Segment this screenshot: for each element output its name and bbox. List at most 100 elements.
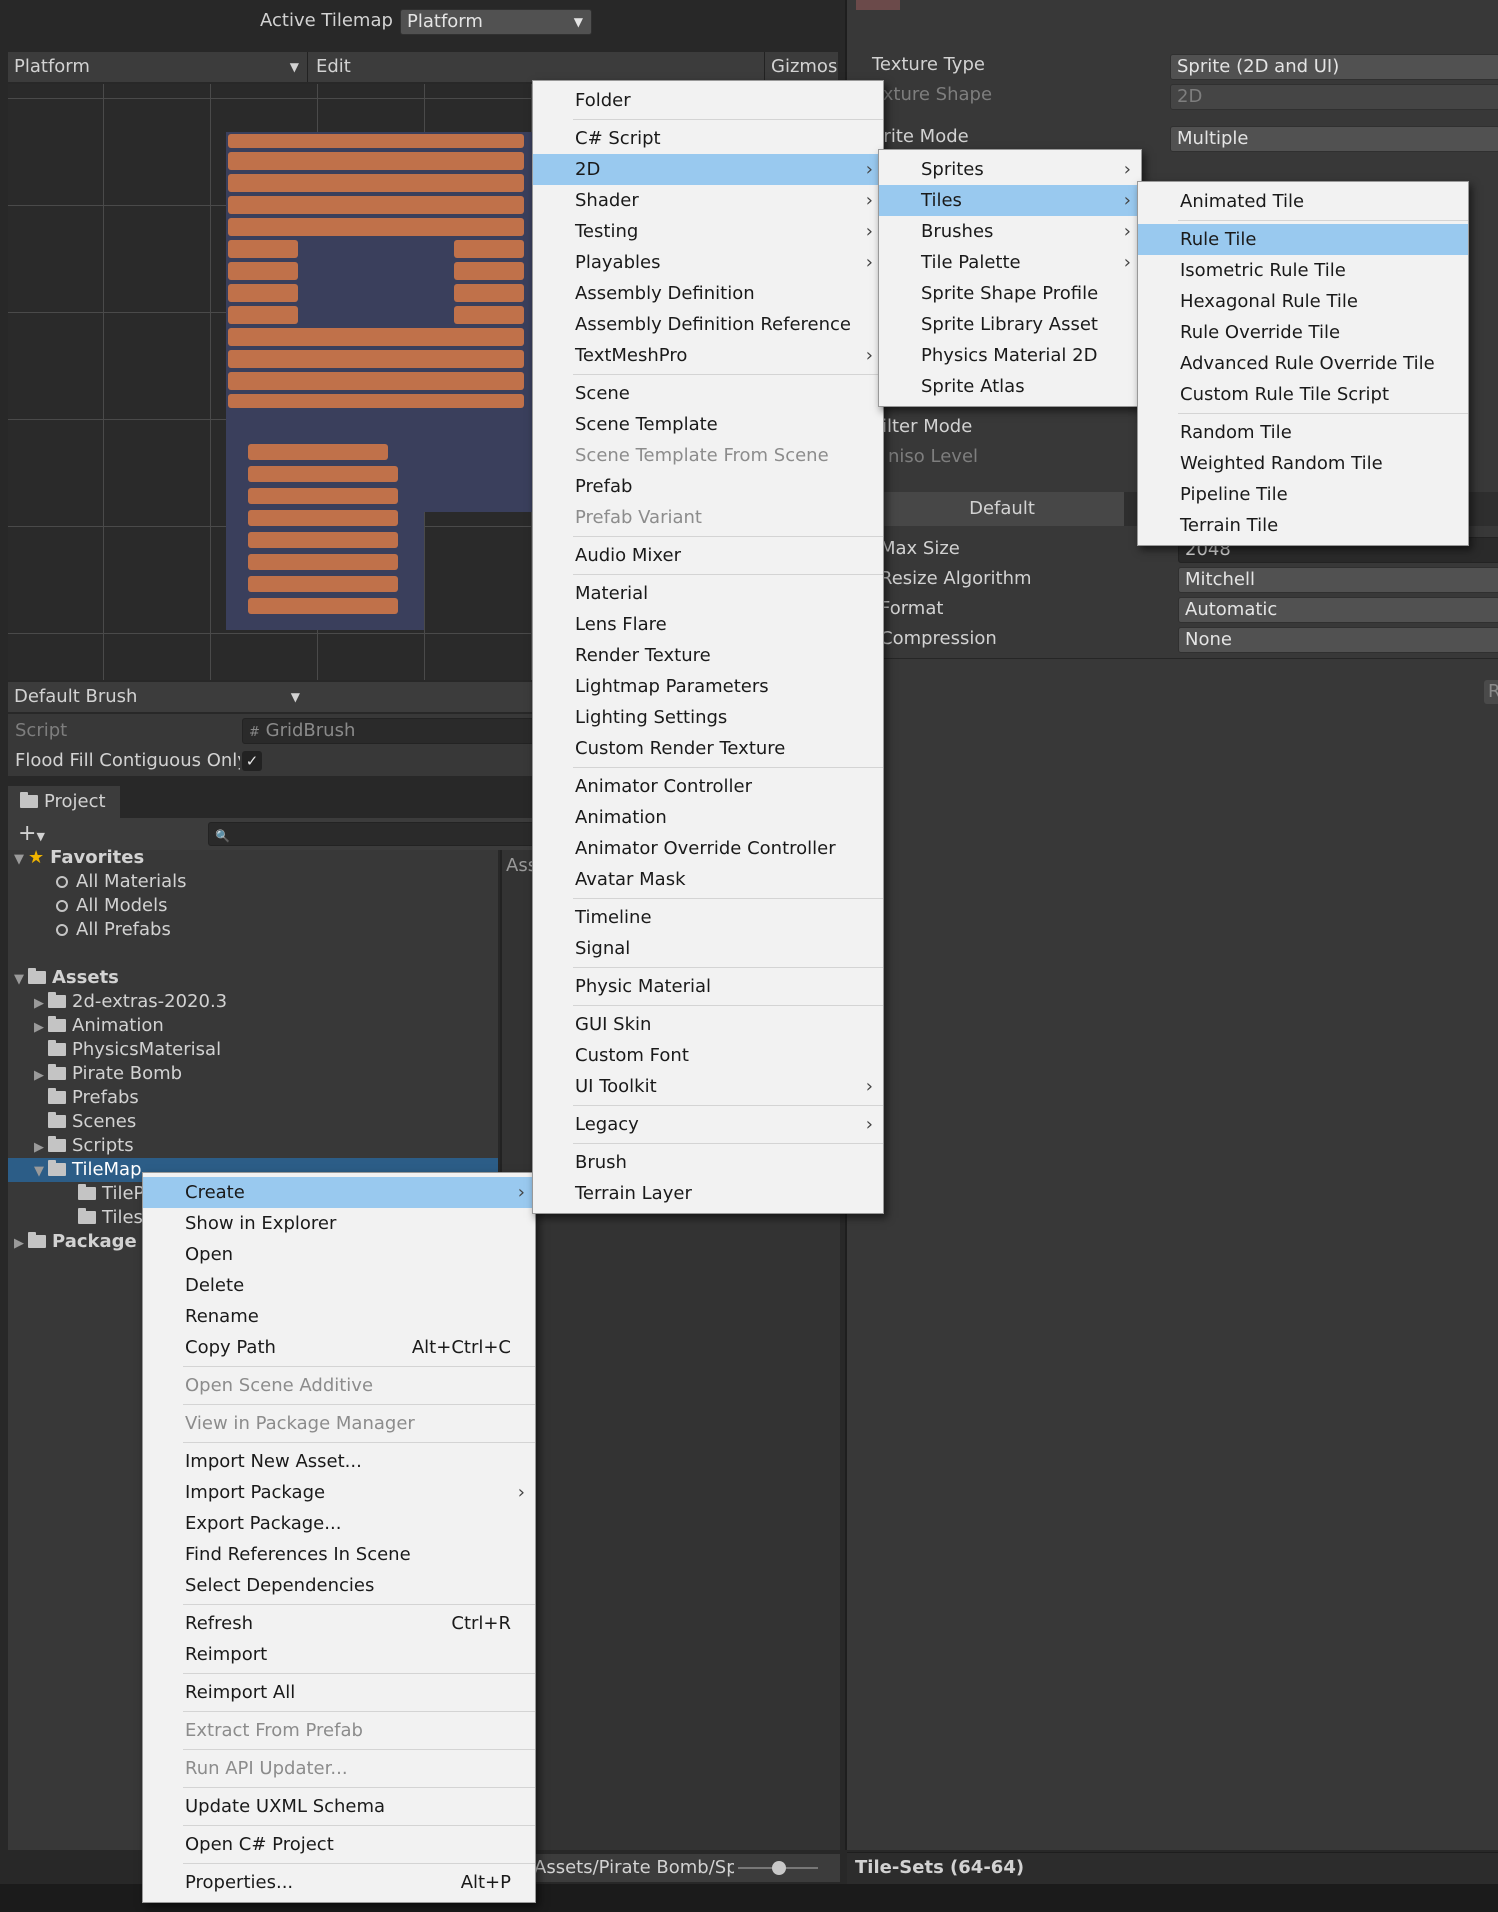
tiles-menu-item-random-tile[interactable]: Random Tile bbox=[1138, 417, 1468, 448]
zoom-slider[interactable] bbox=[738, 1861, 818, 1875]
context-menu-item-reimport[interactable]: Reimport bbox=[143, 1639, 535, 1670]
create-menu-item-assembly-definition[interactable]: Assembly Definition bbox=[533, 278, 883, 309]
favorite-item[interactable]: All Materials bbox=[8, 870, 187, 894]
create-menu-item-signal[interactable]: Signal bbox=[533, 933, 883, 964]
tiles-menu-item-animated-tile[interactable]: Animated Tile bbox=[1138, 186, 1468, 217]
asset-folder[interactable]: TileP bbox=[8, 1182, 144, 1206]
active-tilemap-dropdown[interactable]: Platform ▼ bbox=[400, 9, 592, 35]
create-menu-item-playables[interactable]: Playables › bbox=[533, 247, 883, 278]
resize-algorithm-dropdown[interactable]: Mitchell bbox=[1178, 567, 1498, 593]
create-menu-item-gui-skin[interactable]: GUI Skin bbox=[533, 1009, 883, 1040]
asset-folder[interactable]: Prefabs bbox=[8, 1086, 139, 1110]
context-menu-item-delete[interactable]: Delete bbox=[143, 1270, 535, 1301]
create-menu-item-avatar-mask[interactable]: Avatar Mask bbox=[533, 864, 883, 895]
create-menu-item-c-script[interactable]: C# Script bbox=[533, 123, 883, 154]
zoom-slider-thumb[interactable] bbox=[772, 1861, 786, 1875]
compression-dropdown[interactable]: None bbox=[1178, 627, 1498, 653]
create-menu-item-audio-mixer[interactable]: Audio Mixer bbox=[533, 540, 883, 571]
create-menu-item-prefab[interactable]: Prefab bbox=[533, 471, 883, 502]
context-menu-item-select-dependencies[interactable]: Select Dependencies bbox=[143, 1570, 535, 1601]
create-menu-item-material[interactable]: Material bbox=[533, 578, 883, 609]
context-menu-item-export-package[interactable]: Export Package... bbox=[143, 1508, 535, 1539]
tiles-menu-item-rule-tile[interactable]: Rule Tile bbox=[1138, 224, 1468, 255]
create-menu-item-lens-flare[interactable]: Lens Flare bbox=[533, 609, 883, 640]
create-menu-item-physic-material[interactable]: Physic Material bbox=[533, 971, 883, 1002]
create-menu-item-timeline[interactable]: Timeline bbox=[533, 902, 883, 933]
favorite-item[interactable]: All Models bbox=[8, 894, 167, 918]
create-menu-item-animator-controller[interactable]: Animator Controller bbox=[533, 771, 883, 802]
context-menu-item-import-package[interactable]: Import Package › bbox=[143, 1477, 535, 1508]
format-dropdown[interactable]: Automatic bbox=[1178, 597, 1498, 623]
context-menu-item-properties[interactable]: Properties... Alt+P bbox=[143, 1867, 535, 1898]
context-menu-item-import-new-asset[interactable]: Import New Asset... bbox=[143, 1446, 535, 1477]
context-menu-item-open[interactable]: Open bbox=[143, 1239, 535, 1270]
asset-folder[interactable]: ▶ 2d-extras-2020.3 bbox=[8, 990, 227, 1014]
create-menu-item-folder[interactable]: Folder bbox=[533, 85, 883, 116]
context-menu-item-refresh[interactable]: Refresh Ctrl+R bbox=[143, 1608, 535, 1639]
tiles-menu-item-custom-rule-tile-script[interactable]: Custom Rule Tile Script bbox=[1138, 379, 1468, 410]
create-menu-item-scene[interactable]: Scene bbox=[533, 378, 883, 409]
tiles-menu-item-terrain-tile[interactable]: Terrain Tile bbox=[1138, 510, 1468, 541]
packages-row[interactable]: ▶ Package bbox=[8, 1230, 137, 1254]
create-menu-item-shader[interactable]: Shader › bbox=[533, 185, 883, 216]
gizmos-button[interactable]: Gizmos bbox=[764, 52, 837, 82]
context-menu-item-open-c-project[interactable]: Open C# Project bbox=[143, 1829, 535, 1860]
tiles-menu-item-hexagonal-rule-tile[interactable]: Hexagonal Rule Tile bbox=[1138, 286, 1468, 317]
2d-menu-item-sprites[interactable]: Sprites › bbox=[879, 154, 1141, 185]
flood-fill-checkbox[interactable]: ✓ bbox=[242, 751, 262, 771]
texture-type-dropdown[interactable]: Sprite (2D and UI) bbox=[1170, 54, 1498, 80]
texture-shape-dropdown[interactable]: 2D bbox=[1170, 84, 1498, 110]
tiles-menu-item-rule-override-tile[interactable]: Rule Override Tile bbox=[1138, 317, 1468, 348]
create-menu-item-animation[interactable]: Animation bbox=[533, 802, 883, 833]
2d-menu-item-tile-palette[interactable]: Tile Palette › bbox=[879, 247, 1141, 278]
create-menu-item-animator-override-controller[interactable]: Animator Override Controller bbox=[533, 833, 883, 864]
create-menu-item-custom-render-texture[interactable]: Custom Render Texture bbox=[533, 733, 883, 764]
sprite-mode-dropdown[interactable]: Multiple bbox=[1170, 126, 1498, 152]
edit-button[interactable]: Edit bbox=[316, 52, 351, 82]
create-menu-item-scene-template[interactable]: Scene Template bbox=[533, 409, 883, 440]
create-menu-item-render-texture[interactable]: Render Texture bbox=[533, 640, 883, 671]
create-menu-item-2d[interactable]: 2D › bbox=[533, 154, 883, 185]
context-menu-item-show-in-explorer[interactable]: Show in Explorer bbox=[143, 1208, 535, 1239]
assets-row[interactable]: ▼ Assets bbox=[8, 966, 119, 990]
tiles-menu-item-isometric-rule-tile[interactable]: Isometric Rule Tile bbox=[1138, 255, 1468, 286]
context-menu-item-copy-path[interactable]: Copy Path Alt+Ctrl+C bbox=[143, 1332, 535, 1363]
create-menu-item-textmeshpro[interactable]: TextMeshPro › bbox=[533, 340, 883, 371]
context-menu-item-rename[interactable]: Rename bbox=[143, 1301, 535, 1332]
create-menu-item-ui-toolkit[interactable]: UI Toolkit › bbox=[533, 1071, 883, 1102]
asset-folder[interactable]: Tiles bbox=[8, 1206, 143, 1230]
create-menu-item-custom-font[interactable]: Custom Font bbox=[533, 1040, 883, 1071]
brush-dropdown[interactable]: Default Brush ▼ bbox=[8, 682, 308, 712]
create-menu-item-lightmap-parameters[interactable]: Lightmap Parameters bbox=[533, 671, 883, 702]
tiles-menu-item-weighted-random-tile[interactable]: Weighted Random Tile bbox=[1138, 448, 1468, 479]
asset-folder[interactable]: PhysicsMaterisal bbox=[8, 1038, 221, 1062]
create-menu-item-terrain-layer[interactable]: Terrain Layer bbox=[533, 1178, 883, 1209]
2d-menu-item-brushes[interactable]: Brushes › bbox=[879, 216, 1141, 247]
2d-menu-item-sprite-atlas[interactable]: Sprite Atlas bbox=[879, 371, 1141, 402]
revert-button[interactable]: R bbox=[1484, 680, 1498, 704]
context-menu-item-reimport-all[interactable]: Reimport All bbox=[143, 1677, 535, 1708]
tiles-menu-item-pipeline-tile[interactable]: Pipeline Tile bbox=[1138, 479, 1468, 510]
palette-dropdown[interactable]: Platform ▼ bbox=[8, 52, 308, 82]
create-menu-item-assembly-definition-reference[interactable]: Assembly Definition Reference bbox=[533, 309, 883, 340]
2d-menu-item-tiles[interactable]: Tiles › bbox=[879, 185, 1141, 216]
context-menu-item-create[interactable]: Create › bbox=[143, 1177, 535, 1208]
context-menu-item-update-uxml-schema[interactable]: Update UXML Schema bbox=[143, 1791, 535, 1822]
favorites-row[interactable]: ▼ ★ Favorites bbox=[8, 846, 144, 870]
2d-menu-item-sprite-shape-profile[interactable]: Sprite Shape Profile bbox=[879, 278, 1141, 309]
asset-folder[interactable]: Scenes bbox=[8, 1110, 136, 1134]
asset-folder[interactable]: ▶ Pirate Bomb bbox=[8, 1062, 182, 1086]
context-menu-item-find-references-in-scene[interactable]: Find References In Scene bbox=[143, 1539, 535, 1570]
asset-folder[interactable]: ▶ Animation bbox=[8, 1014, 164, 1038]
project-tab[interactable]: Project bbox=[8, 786, 120, 818]
create-menu-item-lighting-settings[interactable]: Lighting Settings bbox=[533, 702, 883, 733]
create-menu-item-legacy[interactable]: Legacy › bbox=[533, 1109, 883, 1140]
tiles-menu-item-advanced-rule-override-tile[interactable]: Advanced Rule Override Tile bbox=[1138, 348, 1468, 379]
platform-tab-default[interactable]: Default bbox=[880, 492, 1124, 526]
asset-folder[interactable]: ▶ Scripts bbox=[8, 1134, 134, 1158]
2d-menu-item-physics-material-2d[interactable]: Physics Material 2D bbox=[879, 340, 1141, 371]
create-menu-item-testing[interactable]: Testing › bbox=[533, 216, 883, 247]
favorite-item[interactable]: All Prefabs bbox=[8, 918, 171, 942]
create-menu-item-brush[interactable]: Brush bbox=[533, 1147, 883, 1178]
2d-menu-item-sprite-library-asset[interactable]: Sprite Library Asset bbox=[879, 309, 1141, 340]
